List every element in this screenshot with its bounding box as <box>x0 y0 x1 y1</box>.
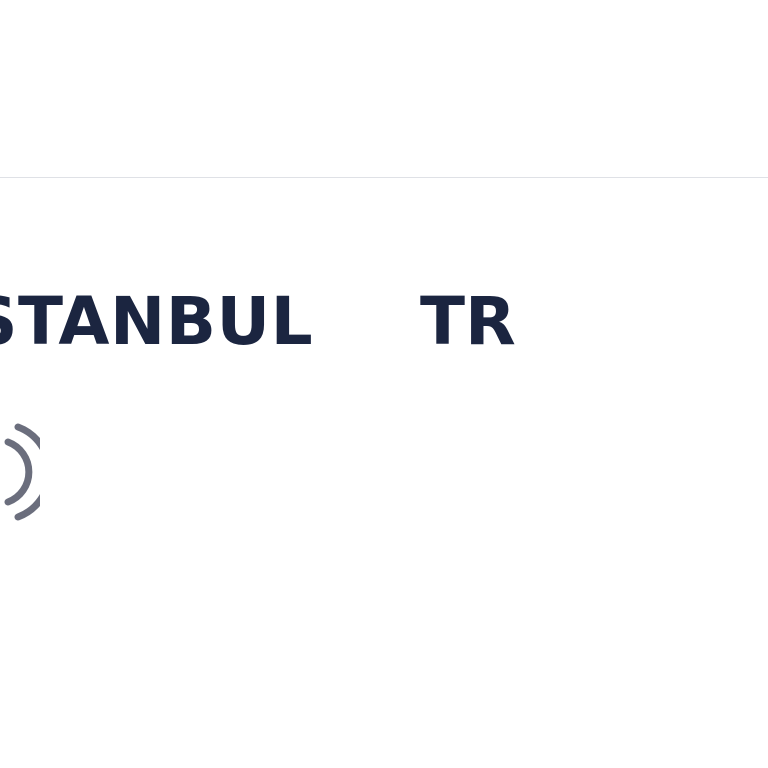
location-row: STANBUL TR <box>0 284 768 360</box>
city-label: STANBUL <box>0 283 314 360</box>
header-divider <box>0 177 768 178</box>
page: STANBUL TR <box>0 0 768 768</box>
header-area <box>0 0 768 177</box>
country-code-label: TR <box>420 283 516 360</box>
broadcast-signal-icon[interactable] <box>0 420 53 530</box>
